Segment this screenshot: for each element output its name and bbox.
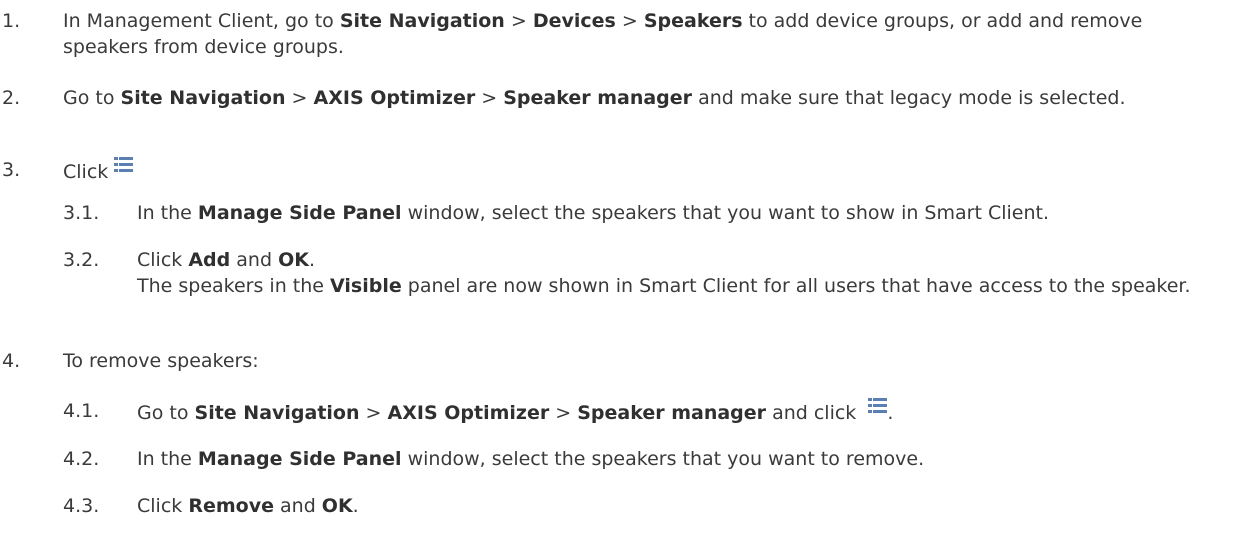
ui-term: OK	[278, 249, 309, 271]
substep-text: Click Remove and OK.	[137, 495, 359, 517]
ui-term: Speakers	[643, 10, 743, 32]
ui-term: OK	[321, 495, 353, 517]
ui-term: Manage Side Panel	[197, 202, 402, 224]
substep-result: The speakers in the Visible panel are no…	[137, 275, 1191, 297]
step-number: 1.	[2, 10, 21, 32]
substep-number: 4.3.	[63, 495, 100, 517]
step-number: 3.	[2, 159, 21, 181]
list-icon[interactable]	[868, 398, 888, 413]
step-number: 4.	[2, 350, 21, 372]
substep-number: 3.1.	[63, 202, 100, 224]
substep-text: In the Manage Side Panel window, select …	[137, 202, 1049, 224]
substep-text: Click Add and OK. The speakers in the Vis…	[137, 247, 1217, 299]
ui-term: Speaker manager	[503, 87, 693, 109]
ui-term: Devices	[532, 10, 616, 32]
step-text: Go to Site Navigation > AXIS Optimizer >…	[63, 87, 1126, 109]
substep-number: 4.1.	[63, 400, 100, 422]
substep-text: In the Manage Side Panel window, select …	[137, 448, 925, 470]
step-text: To remove speakers:	[63, 350, 259, 372]
ui-term: Speaker manager	[577, 402, 767, 424]
substep-number: 4.2.	[63, 448, 100, 470]
ui-term: AXIS Optimizer	[387, 402, 550, 424]
substep-text: Go to Site Navigation > AXIS Optimizer >…	[137, 398, 1217, 426]
ui-term: Manage Side Panel	[197, 448, 402, 470]
step-number: 2.	[2, 87, 21, 109]
list-icon[interactable]	[114, 157, 134, 172]
ui-term: Add	[188, 249, 231, 271]
ui-term: Site Navigation	[120, 87, 286, 109]
ui-term: Site Navigation	[194, 402, 360, 424]
ui-term: Remove	[188, 495, 274, 517]
ui-term: Visible	[330, 275, 402, 297]
ui-term: Site Navigation	[339, 10, 505, 32]
step-text: In Management Client, go to Site Navigat…	[63, 10, 1143, 58]
substep-number: 3.2.	[63, 249, 100, 271]
ui-term: AXIS Optimizer	[313, 87, 476, 109]
instruction-document: 1. In Management Client, go to Site Navi…	[0, 0, 1252, 545]
step-text: Click	[63, 157, 1212, 185]
